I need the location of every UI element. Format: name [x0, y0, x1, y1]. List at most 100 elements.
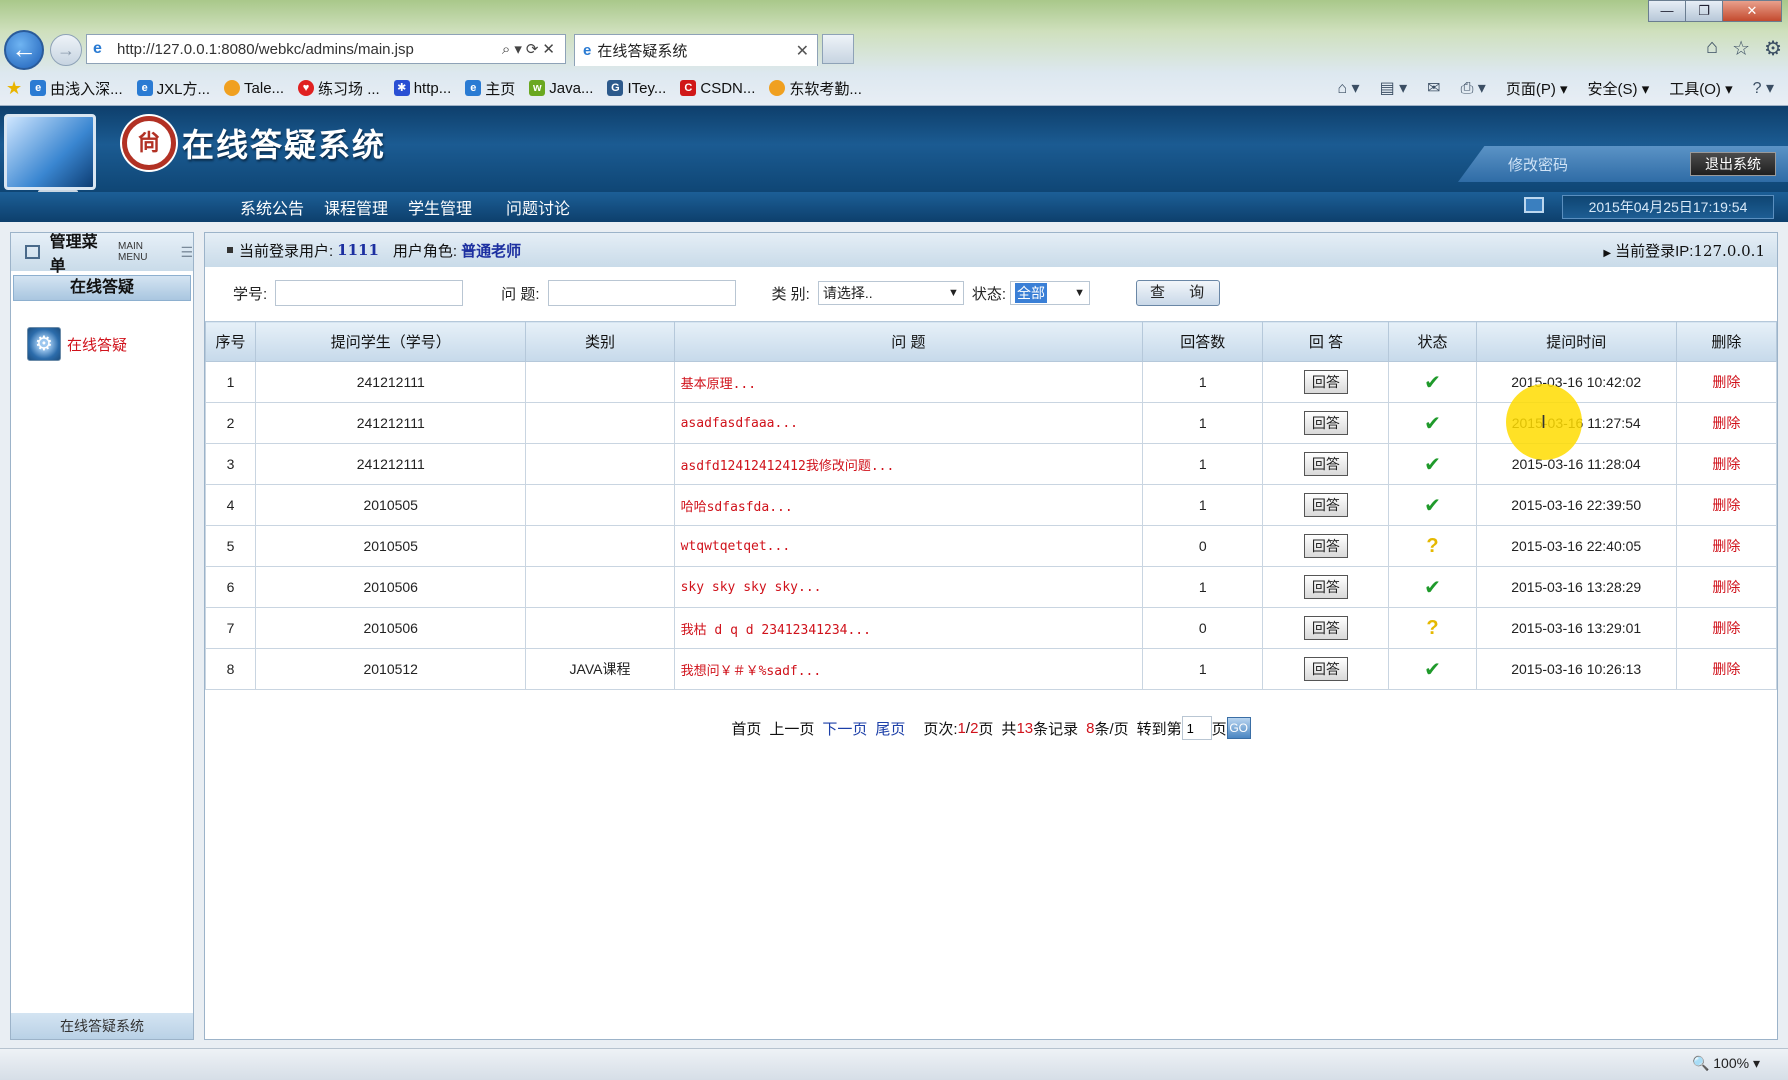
mail-icon[interactable]: ✉: [1427, 78, 1440, 98]
tab-close-icon[interactable]: ✕: [796, 41, 809, 61]
url-text[interactable]: http://127.0.0.1:8080/webkc/admins/main.…: [117, 41, 502, 58]
address-bar[interactable]: e http://127.0.0.1:8080/webkc/admins/mai…: [86, 34, 566, 64]
search-button[interactable]: 查 询: [1136, 280, 1221, 306]
fav-item[interactable]: Tale...: [224, 80, 284, 97]
table-row: 7 2010506 我枯 d q d 23412341234... 0 回答? 2015-…: [204, 607, 1778, 649]
menu-tools[interactable]: 工具(O) ▾: [1669, 78, 1732, 99]
cell-question-link[interactable]: 哈哈sdfasfda...: [673, 484, 1144, 526]
sidebar-section[interactable]: 在线答疑: [13, 275, 191, 301]
logout-button[interactable]: 退出系统: [1690, 152, 1776, 176]
fav-item[interactable]: w Java...: [529, 80, 593, 97]
window-controls: — ❐ ✕: [1648, 0, 1782, 22]
page-icon: e: [136, 80, 153, 96]
go-button[interactable]: GO: [1226, 717, 1251, 739]
cell-question-link[interactable]: asdfd12412412412我修改问题...: [673, 443, 1144, 485]
col-header-student: 提问学生（学号）: [255, 321, 527, 362]
close-icon[interactable]: ✕: [1722, 0, 1782, 22]
cell-question-link[interactable]: wtqwtqetqet...: [673, 525, 1144, 567]
cell-answers: 1: [1142, 648, 1264, 690]
settings-gear-icon[interactable]: ⚙: [1764, 36, 1782, 61]
answer-button[interactable]: 回答: [1303, 534, 1348, 558]
delete-link[interactable]: 删除: [1675, 525, 1778, 567]
first-page[interactable]: 首页: [731, 718, 761, 739]
fav-item[interactable]: e 由浅入深...: [30, 78, 123, 99]
prev-page[interactable]: 上一页: [769, 718, 814, 739]
cell-answers: 0: [1142, 525, 1264, 567]
menu-item-students[interactable]: 学生管理: [408, 195, 472, 219]
back-button[interactable]: ←: [4, 30, 44, 70]
fav-item[interactable]: e JXL方...: [136, 78, 210, 99]
cell-category: [525, 525, 675, 567]
address-actions-icon[interactable]: ⌕▾⟳✕: [502, 40, 565, 58]
zoom-level[interactable]: 🔍 100% ▾: [1692, 1055, 1760, 1072]
favorites-icon[interactable]: ★: [6, 78, 22, 99]
cell-question-link[interactable]: 我想问￥＃￥%sadf...: [673, 648, 1144, 690]
restore-icon[interactable]: ❐: [1685, 0, 1723, 22]
menu-item-courses[interactable]: 课程管理: [324, 195, 388, 219]
menu-item-discussion[interactable]: 问题讨论: [506, 195, 570, 219]
status-select[interactable]: 全部 ▼: [1010, 281, 1091, 305]
table-row: 6 2010506 sky sky sky sky... 1 回答 ✔ 2015-03-16…: [204, 566, 1778, 608]
print-icon[interactable]: ⎙ ▾: [1461, 78, 1486, 98]
category-select[interactable]: 请选择.. ▼: [817, 281, 964, 305]
sidebar-item-label[interactable]: 在线答疑: [67, 334, 127, 355]
delete-link[interactable]: 删除: [1675, 402, 1778, 444]
goto-page-input[interactable]: [1181, 716, 1212, 740]
browser-tab[interactable]: e 在线答疑系统 ✕: [574, 34, 818, 66]
minimize-icon[interactable]: —: [1648, 0, 1686, 22]
question-input[interactable]: [547, 280, 736, 306]
fav-item[interactable]: C CSDN...: [680, 80, 755, 97]
cell-question-link[interactable]: asadfasdfaaa...: [673, 402, 1144, 444]
page-label: 页次:: [923, 720, 958, 738]
answer-button[interactable]: 回答: [1303, 616, 1348, 640]
student-id-input[interactable]: [275, 280, 464, 306]
fav-item[interactable]: ✱ http...: [393, 80, 451, 97]
cell-student: 2010505: [255, 484, 527, 526]
collapse-lines-icon[interactable]: ☰: [180, 244, 193, 261]
fav-item[interactable]: ♥ 练习场 ...: [298, 78, 380, 99]
dropdown-arrow-icon: ▼: [1074, 287, 1086, 299]
menu-page[interactable]: 页面(P) ▾: [1506, 78, 1568, 99]
cell-no: 2: [204, 402, 257, 444]
help-icon[interactable]: ? ▾: [1753, 78, 1774, 98]
cell-question-link[interactable]: sky sky sky sky...: [673, 566, 1144, 608]
sidebar-item-qa[interactable]: ⚙ 在线答疑: [11, 305, 193, 361]
home-dropdown-icon[interactable]: ⌂ ▾: [1337, 78, 1359, 98]
delete-link[interactable]: 删除: [1675, 566, 1778, 608]
change-password-link[interactable]: 修改密码: [1508, 154, 1568, 175]
cell-time: 2015-03-16 13:28:29: [1475, 566, 1677, 608]
login-ip: ▶ 当前登录IP:127.0.0.1: [1603, 241, 1765, 260]
answer-button[interactable]: 回答: [1303, 452, 1348, 476]
fav-item[interactable]: e 主页: [465, 78, 515, 99]
total-prefix: 共: [1001, 720, 1017, 738]
fav-item[interactable]: G ITey...: [607, 80, 666, 97]
cell-answer: 回答: [1262, 566, 1390, 608]
next-page-link[interactable]: 下一页: [822, 718, 867, 739]
answer-button[interactable]: 回答: [1303, 575, 1348, 599]
cell-question-link[interactable]: 我枯 d q d 23412341234...: [673, 607, 1144, 649]
answer-button[interactable]: 回答: [1303, 370, 1348, 394]
menu-item-announcements[interactable]: 系统公告: [240, 195, 304, 219]
delete-link[interactable]: 删除: [1675, 607, 1778, 649]
delete-link[interactable]: 删除: [1675, 361, 1778, 403]
favorites-star-icon[interactable]: ☆: [1732, 36, 1750, 61]
last-page-link[interactable]: 尾页: [875, 718, 905, 739]
delete-link[interactable]: 删除: [1675, 484, 1778, 526]
new-tab-button[interactable]: [822, 34, 854, 64]
cell-category: [525, 402, 675, 444]
fav-item[interactable]: 东软考勤...: [769, 78, 862, 99]
delete-link[interactable]: 删除: [1675, 443, 1778, 485]
answer-button[interactable]: 回答: [1303, 493, 1348, 517]
forward-button[interactable]: →: [50, 34, 82, 66]
answer-button[interactable]: 回答: [1303, 657, 1348, 681]
command-bar: ⌂ ▾ ▤ ▾ ✉ ⎙ ▾ 页面(P) ▾ 安全(S) ▾ 工具(O) ▾ ? …: [1337, 72, 1774, 104]
cell-answer: 回答: [1262, 525, 1390, 567]
answer-button[interactable]: 回答: [1303, 411, 1348, 435]
cell-question-link[interactable]: 基本原理...: [673, 361, 1144, 403]
feeds-icon[interactable]: ▤ ▾: [1380, 78, 1408, 98]
delete-link[interactable]: 删除: [1675, 648, 1778, 690]
home-icon[interactable]: ⌂: [1706, 36, 1718, 61]
tab-title: 在线答疑系统: [597, 43, 688, 60]
current-role: 普通老师: [461, 241, 522, 260]
menu-security[interactable]: 安全(S) ▾: [1588, 78, 1650, 99]
